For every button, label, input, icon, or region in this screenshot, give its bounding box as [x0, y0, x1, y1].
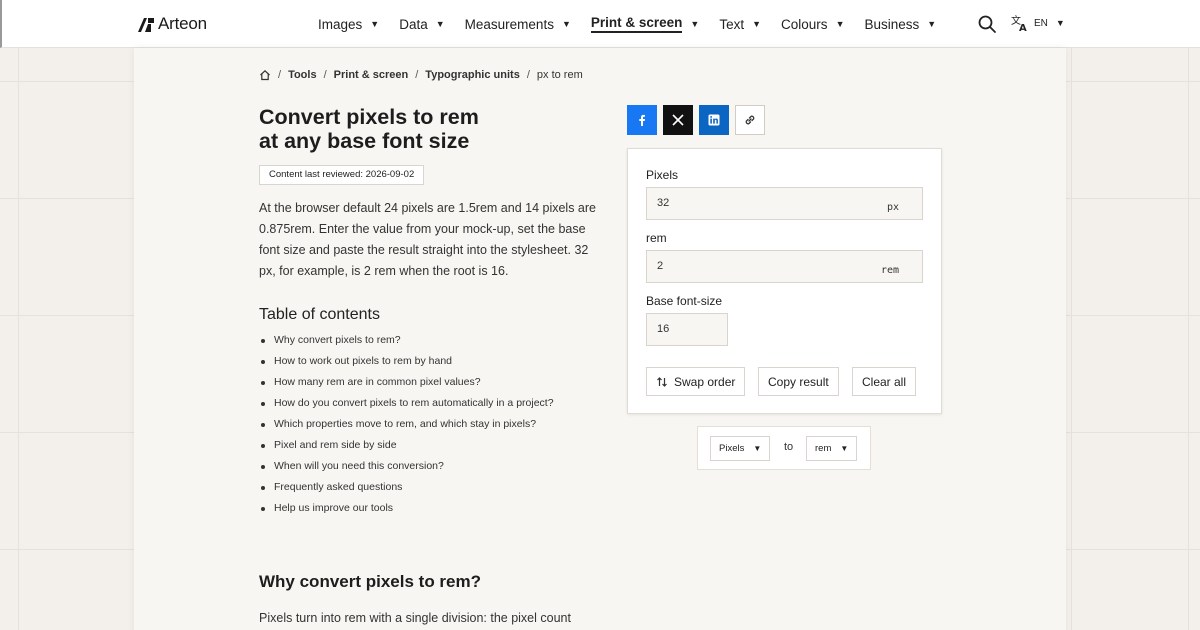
swap-order-label: Swap order — [674, 374, 736, 389]
toc-item[interactable]: Why convert pixels to rem? — [259, 332, 554, 353]
nav-label: Colours — [781, 16, 828, 32]
logo[interactable]: Arteon — [138, 14, 207, 34]
toc-item[interactable]: How do you convert pixels to rem automat… — [259, 395, 554, 416]
share-buttons — [627, 105, 771, 135]
caret-down-icon: ▼ — [753, 444, 762, 453]
svg-text:A: A — [1019, 23, 1027, 32]
breadcrumb: / Tools / Print & screen / Typographic u… — [259, 69, 583, 81]
pixels-label: Pixels — [646, 168, 679, 182]
toc-item[interactable]: Pixel and rem side by side — [259, 437, 554, 458]
to-unit-value: rem — [815, 443, 832, 454]
search-icon[interactable] — [977, 14, 997, 34]
toc-item[interactable]: How to work out pixels to rem by hand — [259, 353, 554, 374]
share-linkedin-button[interactable] — [699, 105, 729, 135]
breadcrumb-separator: / — [415, 69, 419, 81]
to-unit-select[interactable]: rem ▼ — [806, 436, 858, 461]
nav-label: Measurements — [464, 16, 554, 32]
caret-down-icon: ▼ — [1055, 18, 1065, 28]
caret-down-icon: ▼ — [435, 19, 445, 29]
toc-item[interactable]: How many rem are in common pixel values? — [259, 374, 554, 395]
caret-down-icon: ▼ — [370, 19, 380, 29]
unit-selector: Pixels ▼ to rem ▼ — [697, 426, 871, 470]
x-icon — [672, 114, 684, 126]
from-unit-value: Pixels — [719, 443, 745, 454]
toc-item[interactable]: Help us improve our tools — [259, 500, 554, 521]
share-facebook-button[interactable] — [627, 105, 657, 135]
swap-order-button[interactable]: Swap order — [646, 367, 746, 396]
converter-panel: Pixels 32 px rem 2 rem Base font-size 16… — [627, 148, 942, 414]
toc-item[interactable]: Which properties move to rem, and which … — [259, 416, 554, 437]
caret-down-icon: ▼ — [927, 19, 937, 29]
main-nav: Images ▼ Data ▼ Measurements ▼ Print & scre… — [318, 0, 956, 48]
to-label: to — [784, 441, 794, 453]
intro-paragraph: At the browser default 24 pixels are 1.5… — [259, 201, 596, 278]
breadcrumb-item-print-screen[interactable]: Print & screen — [334, 69, 409, 81]
toc-item[interactable]: When will you need this conversion? — [259, 458, 554, 479]
caret-down-icon: ▼ — [561, 19, 571, 29]
logo-text: Arteon — [158, 14, 207, 33]
swap-vertical-icon — [657, 376, 667, 387]
nav-item-images[interactable]: Images ▼ — [318, 0, 379, 48]
translate-icon: 文 A — [1011, 14, 1027, 32]
facebook-icon — [639, 114, 645, 126]
main-content: / Tools / Print & screen / Typographic u… — [134, 48, 1066, 630]
pixels-input[interactable]: 32 — [646, 187, 923, 220]
copy-link-button[interactable] — [735, 105, 765, 135]
reviewed-badge: Content last reviewed: 2026-09-02 — [259, 165, 425, 185]
language-selector[interactable]: 文 A EN ▼ — [1011, 14, 1065, 32]
language-code: EN — [1034, 17, 1048, 29]
breadcrumb-separator: / — [278, 69, 282, 81]
home-icon[interactable] — [259, 69, 271, 81]
share-x-button[interactable] — [663, 105, 693, 135]
nav-label: Print & screen — [590, 15, 683, 33]
nav-item-business[interactable]: Business ▼ — [864, 0, 936, 48]
breadcrumb-separator: / — [526, 69, 530, 81]
nav-label: Images — [318, 16, 363, 32]
breadcrumb-current: px to rem — [536, 69, 583, 81]
clear-all-button[interactable]: Clear all — [852, 367, 917, 396]
copy-result-button[interactable]: Copy result — [758, 367, 839, 396]
toc-item[interactable]: Frequently asked questions — [259, 479, 554, 500]
nav-item-measurements[interactable]: Measurements ▼ — [465, 0, 571, 48]
caret-down-icon: ▼ — [840, 444, 849, 453]
section-heading: Why convert pixels to rem? — [259, 572, 481, 591]
title-line-1: Convert pixels to rem — [259, 105, 479, 129]
breadcrumb-separator: / — [323, 69, 327, 81]
caret-down-icon: ▼ — [690, 19, 700, 29]
link-icon — [745, 115, 755, 125]
breadcrumb-item-typographic-units[interactable]: Typographic units — [425, 69, 520, 81]
base-font-size-input[interactable]: 16 — [646, 313, 728, 346]
nav-label: Text — [719, 16, 745, 32]
pixels-unit: px — [887, 202, 900, 213]
top-navigation-bar: Arteon Images ▼ Data ▼ Measurements ▼ Print… — [0, 0, 1200, 48]
rem-label: rem — [646, 231, 667, 245]
nav-item-print-screen[interactable]: Print & screen ▼ — [590, 0, 700, 48]
caret-down-icon: ▼ — [835, 19, 845, 29]
logo-mark-icon — [138, 18, 154, 32]
section-paragraph: Pixels turn into rem with a single divis… — [259, 611, 571, 625]
title-line-2: at any base font size — [259, 129, 470, 153]
linkedin-icon — [708, 114, 720, 126]
base-font-size-label: Base font-size — [646, 294, 723, 308]
toc-title: Table of contents — [259, 306, 380, 323]
nav-label: Business — [864, 16, 920, 32]
from-unit-select[interactable]: Pixels ▼ — [710, 436, 771, 461]
page-title: Convert pixels to rem at any base font s… — [259, 105, 589, 153]
table-of-contents: Why convert pixels to rem? How to work o… — [259, 332, 554, 521]
nav-item-data[interactable]: Data ▼ — [399, 0, 444, 48]
nav-item-colours[interactable]: Colours ▼ — [781, 0, 844, 48]
caret-down-icon: ▼ — [752, 19, 762, 29]
nav-item-text[interactable]: Text ▼ — [719, 0, 761, 48]
breadcrumb-item-tools[interactable]: Tools — [288, 69, 317, 81]
rem-unit: rem — [881, 265, 900, 276]
nav-label: Data — [399, 16, 428, 32]
